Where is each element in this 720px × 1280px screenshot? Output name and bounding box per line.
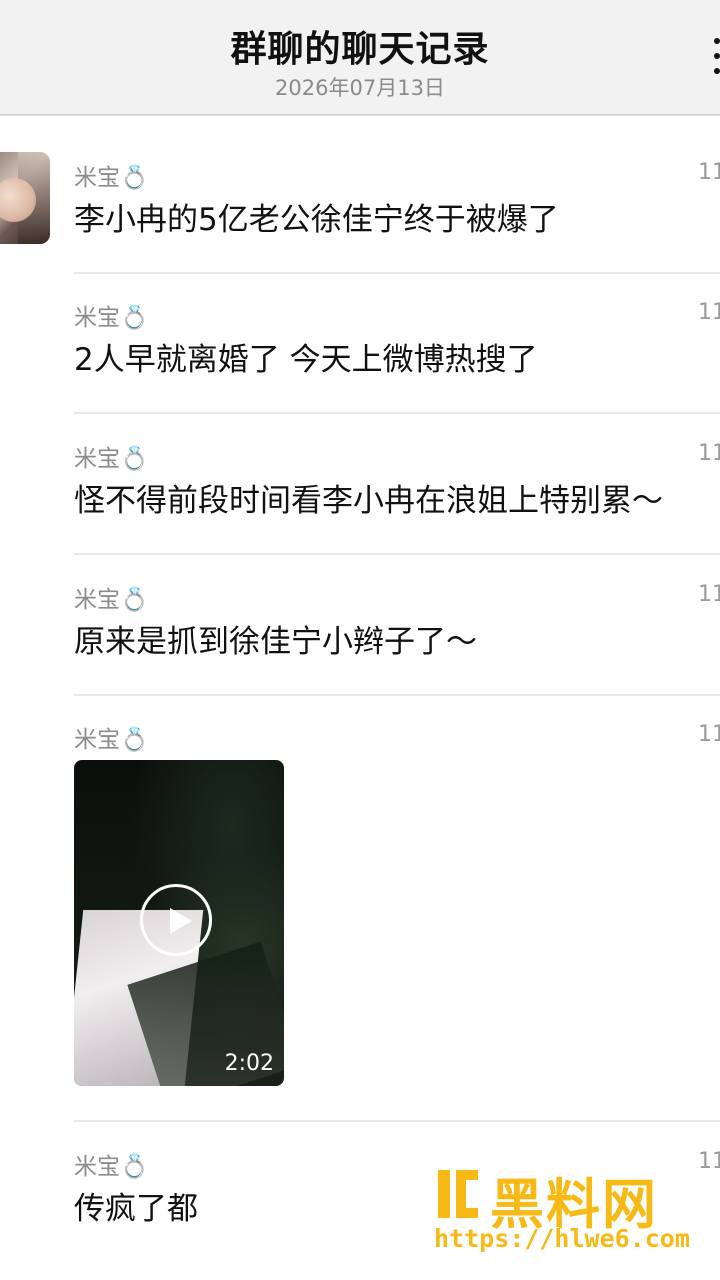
- more-options-icon[interactable]: [706, 38, 720, 74]
- message-text: 李小冉的5亿老公徐佳宁终于被爆了: [74, 202, 559, 238]
- message-text: 怪不得前段时间看李小冉在浪姐上特别累～: [74, 483, 663, 519]
- chat-date: 2026年07月13日: [275, 76, 445, 100]
- message-text: 传疯了都: [74, 1191, 198, 1227]
- logo-icon: [438, 1170, 478, 1218]
- video-duration: 2:02: [224, 1051, 274, 1076]
- divider: [74, 553, 720, 555]
- message-text: 2人早就离婚了 今天上微博热搜了: [74, 342, 538, 378]
- message-item: 米宝💍 11 2人早就离婚了 今天上微博热搜了: [74, 298, 720, 378]
- message-text: 原来是抓到徐佳宁小辫子了～: [74, 624, 477, 660]
- play-icon[interactable]: [140, 884, 212, 956]
- sender-name: 米宝💍: [74, 165, 149, 191]
- sender-name: 米宝💍: [74, 727, 149, 753]
- watermark: 黑料网 https://hlwe6.com: [430, 1160, 700, 1260]
- avatar[interactable]: [0, 152, 50, 244]
- message-time: 11: [698, 582, 720, 607]
- sender-name: 米宝💍: [74, 305, 149, 331]
- video-thumbnail[interactable]: 2:02: [74, 760, 284, 1086]
- message-item: 米宝💍 11 李小冉的5亿老公徐佳宁终于被爆了: [74, 158, 720, 238]
- divider: [74, 1120, 720, 1122]
- divider: [74, 272, 720, 274]
- sender-name: 米宝💍: [74, 446, 149, 472]
- divider: [74, 694, 720, 696]
- message-time: 11: [698, 300, 720, 325]
- sender-name: 米宝💍: [74, 1154, 149, 1180]
- chat-header: 群聊的聊天记录 2026年07月13日: [0, 0, 720, 116]
- sender-name: 米宝💍: [74, 587, 149, 613]
- divider: [74, 412, 720, 414]
- message-time: 11: [698, 441, 720, 466]
- message-item: 米宝💍 11: [74, 720, 720, 753]
- page-title: 群聊的聊天记录: [230, 29, 490, 70]
- message-item: 米宝💍 11 原来是抓到徐佳宁小辫子了～: [74, 580, 720, 660]
- message-item: 米宝💍 11 怪不得前段时间看李小冉在浪姐上特别累～: [74, 439, 720, 519]
- watermark-url: https://hlwe6.com: [434, 1224, 690, 1253]
- message-time: 11: [698, 1149, 720, 1174]
- message-time: 11: [698, 722, 720, 747]
- message-time: 11: [698, 160, 720, 185]
